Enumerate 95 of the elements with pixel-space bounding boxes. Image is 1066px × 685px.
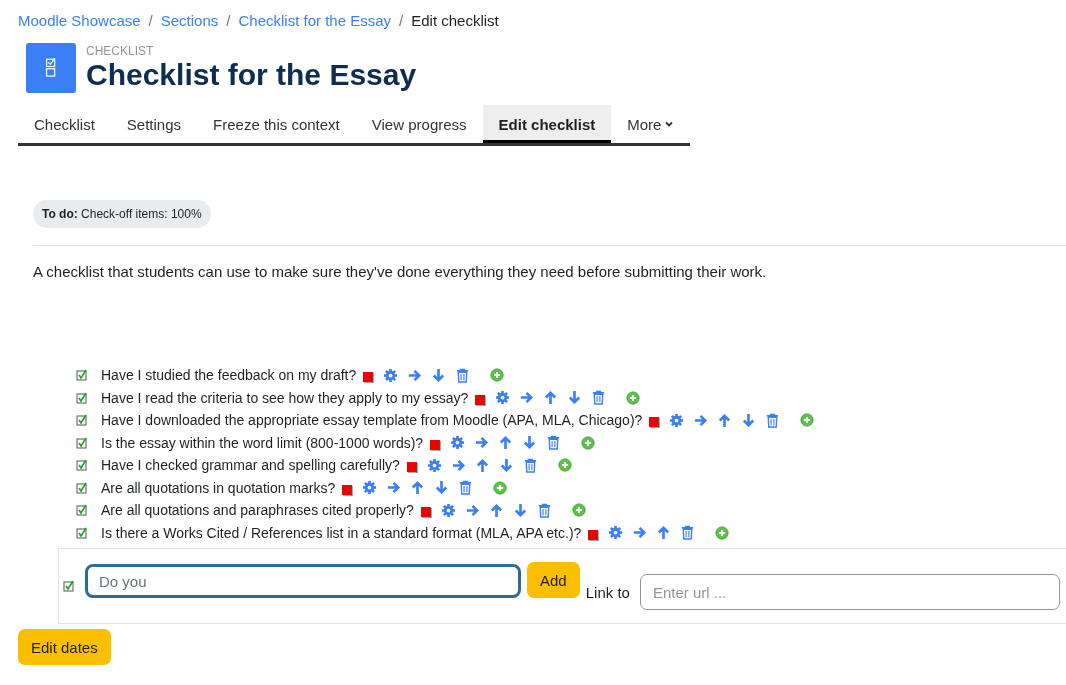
settings-icon[interactable] (383, 367, 399, 383)
square-icon[interactable] (429, 438, 442, 451)
arrow-down-icon[interactable] (741, 412, 757, 428)
checklist-item-text: Are all quotations in quotation marks? (101, 479, 336, 496)
url-field[interactable]: Enter url ... (639, 574, 1060, 610)
arrow-up-icon[interactable] (543, 390, 559, 406)
arrow-right-icon[interactable] (632, 525, 648, 541)
tab[interactable]: Edit checklist (482, 105, 612, 143)
arrow-up-icon[interactable] (717, 412, 733, 428)
checklist-item-text: Is there a Works Cited / References list in a standard format (MLA, APA etc.)? (101, 524, 582, 541)
trash-icon[interactable] (522, 457, 538, 473)
arrow-down-icon[interactable] (431, 367, 447, 383)
settings-icon[interactable] (608, 525, 624, 541)
arrow-right-icon[interactable] (450, 457, 466, 473)
breadcrumb-current: Edit checklist (411, 11, 499, 29)
checkbox-icon (76, 526, 88, 539)
breadcrumb-link[interactable]: Moodle Showcase (18, 11, 141, 29)
checkbox-icon (63, 580, 75, 592)
checkbox-icon (76, 481, 88, 494)
module-type-label: CHECKLIST (86, 44, 155, 58)
settings-icon[interactable] (495, 390, 511, 406)
checklist-item-text: Is the essay within the word limit (800-1000 words)? (101, 434, 424, 451)
trash-icon[interactable] (765, 412, 781, 428)
arrow-down-icon[interactable] (434, 480, 450, 496)
arrow-up-icon[interactable] (488, 502, 504, 518)
checkbox-icon (76, 436, 88, 449)
add-icon[interactable] (800, 413, 815, 428)
add-icon[interactable] (557, 458, 572, 473)
link-to-label: Link to (585, 583, 630, 601)
square-icon[interactable] (405, 461, 418, 474)
square-icon[interactable] (648, 416, 661, 429)
arrow-up-icon[interactable] (410, 480, 426, 496)
square-icon[interactable] (362, 371, 375, 384)
settings-icon[interactable] (450, 435, 466, 451)
tab[interactable]: Freeze this context (197, 105, 356, 143)
arrow-right-icon[interactable] (474, 435, 490, 451)
trash-icon[interactable] (458, 480, 474, 496)
breadcrumb-separator: / (399, 11, 404, 29)
arrow-down-icon[interactable] (522, 435, 538, 451)
add-icon[interactable] (626, 390, 641, 405)
tab[interactable]: Settings (110, 105, 198, 143)
square-icon[interactable] (474, 393, 487, 406)
arrow-right-icon[interactable] (386, 480, 402, 496)
trash-icon[interactable] (680, 525, 696, 541)
checkbox-icon (76, 504, 88, 517)
add-button[interactable]: Add (527, 562, 580, 598)
checkbox-icon (76, 369, 88, 382)
tab[interactable]: More (611, 105, 691, 143)
add-icon[interactable] (490, 368, 505, 383)
breadcrumb-link[interactable]: Sections (160, 11, 219, 29)
settings-icon[interactable] (426, 457, 442, 473)
edit-dates-button[interactable]: Edit dates (18, 629, 111, 665)
arrow-right-icon[interactable] (693, 412, 709, 428)
square-icon[interactable] (587, 528, 600, 541)
tab[interactable]: View progress (355, 105, 483, 143)
checkbox-icon (76, 459, 88, 472)
breadcrumb-link[interactable]: Checklist for the Essay (238, 11, 392, 29)
page-title: Checklist for the Essay (86, 58, 417, 92)
breadcrumb-separator: / (148, 11, 153, 29)
arrow-down-icon[interactable] (498, 457, 514, 473)
checklist-icon (26, 43, 76, 93)
arrow-right-icon[interactable] (464, 502, 480, 518)
trash-icon[interactable] (591, 390, 607, 406)
checklist-item-text: Are all quotations and paraphrases cited properly? (101, 502, 414, 519)
completion-badge: To do: Check-off items: 100% (33, 200, 211, 228)
arrow-down-icon[interactable] (567, 390, 583, 406)
trash-icon[interactable] (536, 502, 552, 518)
settings-icon[interactable] (669, 412, 685, 428)
arrow-down-icon[interactable] (512, 502, 528, 518)
settings-icon[interactable] (362, 480, 378, 496)
new-item-field[interactable]: Do you (85, 564, 521, 598)
checklist-item-text: Have I checked grammar and spelling carefully? (101, 457, 400, 474)
checkbox-icon (76, 391, 88, 404)
square-icon[interactable] (419, 506, 432, 519)
description-text: A checklist that students can use to make sure they've done everything they need before submitting their work. (33, 263, 768, 280)
trash-icon[interactable] (455, 367, 471, 383)
arrow-up-icon[interactable] (498, 435, 514, 451)
checklist-item-text: Have I studied the feedback on my draft? (101, 367, 357, 384)
add-icon[interactable] (715, 525, 730, 540)
add-icon[interactable] (493, 480, 508, 495)
checklist-item-text: Have I downloaded the appropriate essay template from Moodle (APA, MLA, Chicago)? (101, 412, 643, 429)
arrow-up-icon[interactable] (656, 525, 672, 541)
add-icon[interactable] (581, 435, 596, 450)
checkbox-icon (76, 414, 88, 427)
checklist-item-text: Have I read the criteria to see how they apply to my essay? (101, 389, 469, 406)
caret-icon (664, 119, 675, 129)
arrow-up-icon[interactable] (474, 457, 490, 473)
arrow-right-icon[interactable] (519, 390, 535, 406)
square-icon[interactable] (341, 483, 354, 496)
arrow-right-icon[interactable] (407, 367, 423, 383)
tab[interactable]: Checklist (18, 105, 111, 143)
settings-icon[interactable] (440, 502, 456, 518)
breadcrumb-separator: / (226, 11, 231, 29)
trash-icon[interactable] (546, 435, 562, 451)
add-icon[interactable] (571, 503, 586, 518)
